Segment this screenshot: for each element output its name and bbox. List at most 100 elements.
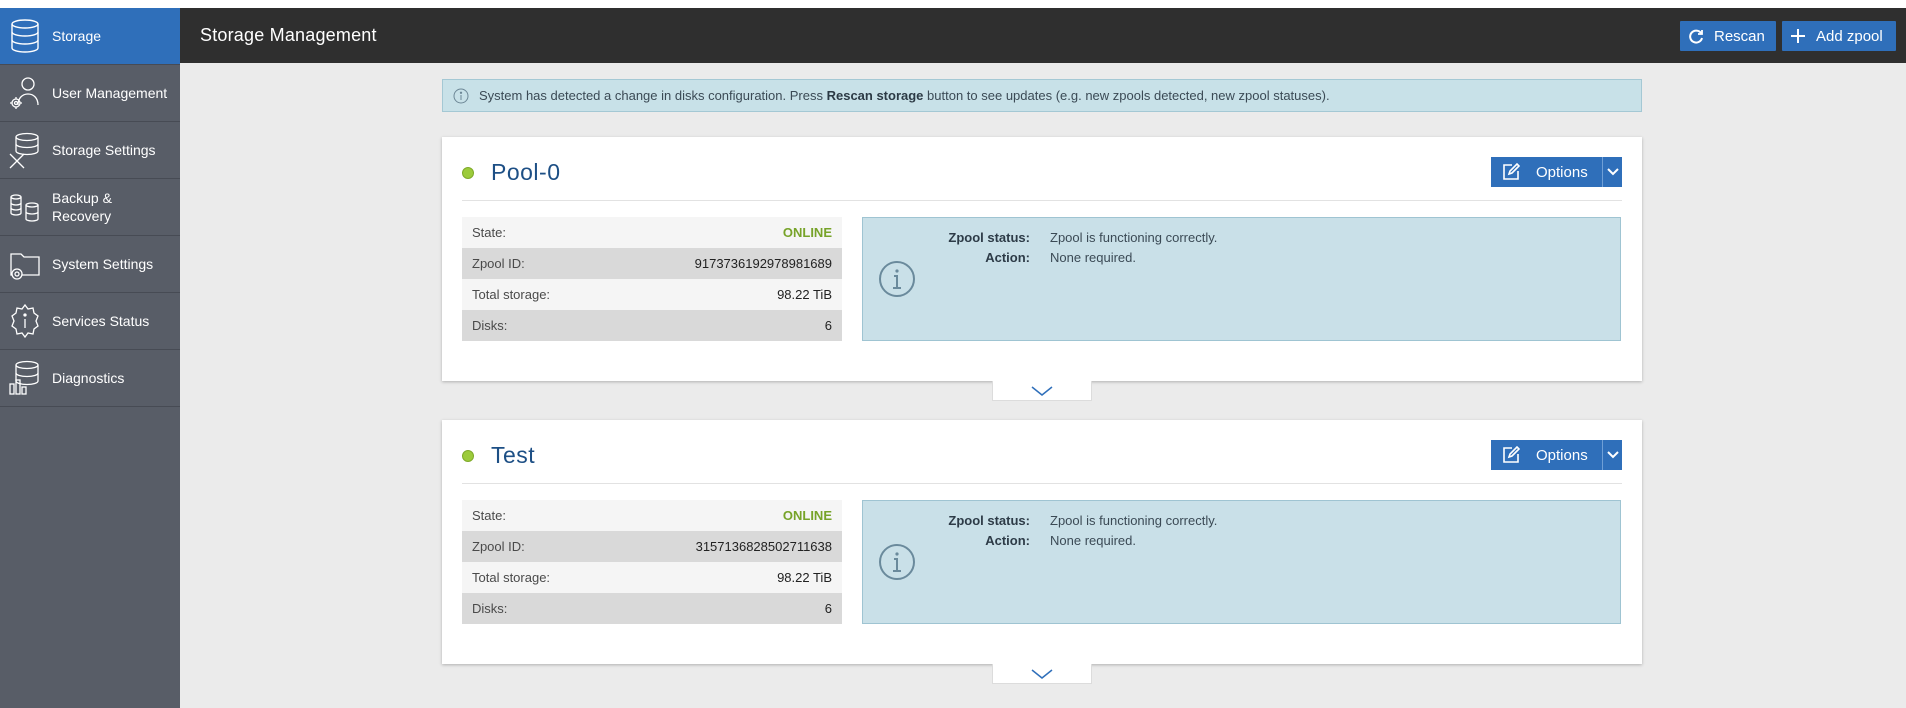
chevron-down-icon — [1606, 168, 1619, 176]
action-value: None required. — [1050, 533, 1136, 548]
pool-name: Test — [491, 442, 536, 468]
zpool-status-label: Zpool status: — [948, 230, 1030, 245]
edit-icon — [1503, 446, 1520, 463]
sidebar-item-diagnostics[interactable]: Diagnostics — [0, 350, 180, 407]
expand-pool-button[interactable] — [992, 664, 1092, 684]
sidebar-item-label: Backup & Recovery — [52, 189, 112, 225]
pool-info-table: State: ONLINE Zpool ID: 3157136828502711… — [462, 500, 842, 624]
info-row-state: State: ONLINE — [462, 217, 842, 248]
info-icon — [453, 88, 469, 103]
info-label: State: — [472, 225, 506, 240]
info-row-total-storage: Total storage: 98.22 TiB — [462, 279, 842, 310]
diagnostics-icon — [9, 360, 39, 395]
options-label: Options — [1536, 446, 1588, 464]
alert-text-after: button to see updates (e.g. new zpools d… — [923, 88, 1330, 103]
zpool-status-box: Zpool status: Zpool is functioning correc… — [862, 217, 1621, 341]
refresh-icon — [1689, 29, 1703, 44]
pool-info-table: State: ONLINE Zpool ID: 9173736192978981… — [462, 217, 842, 341]
info-circle-icon — [879, 544, 915, 580]
storage-tools-icon — [9, 132, 39, 169]
pool-status-dot — [462, 450, 474, 462]
sidebar-item-storage-settings[interactable]: Storage Settings — [0, 122, 180, 179]
storage-db-icon — [11, 19, 39, 53]
alert-text-bold: Rescan storage — [826, 88, 924, 103]
disks-value: 6 — [824, 601, 832, 616]
info-label: Total storage: — [472, 570, 551, 585]
pool-status-dot — [462, 167, 474, 179]
alert-text-before: System has detected a change in disks co… — [479, 88, 827, 103]
info-row-disks: Disks: 6 — [462, 593, 842, 624]
main-content: System has detected a change in disks co… — [180, 63, 1906, 708]
action-label: Action: — [985, 250, 1030, 265]
info-row-zpool-id: Zpool ID: 9173736192978981689 — [462, 248, 842, 279]
backup-icon — [10, 194, 39, 222]
pool-name: Pool-0 — [491, 159, 561, 185]
app-window: Storage User Management Storage Settings — [0, 8, 1906, 708]
pool-header: Pool-0 Options — [462, 137, 1622, 201]
info-row-disks: Disks: 6 — [462, 310, 842, 341]
zpool-status-label: Zpool status: — [948, 513, 1030, 528]
add-zpool-label: Add zpool — [1816, 27, 1883, 45]
options-button[interactable]: Options — [1491, 157, 1622, 187]
add-zpool-button[interactable]: Add zpool — [1782, 21, 1896, 51]
options-main[interactable]: Options — [1491, 440, 1602, 470]
sidebar-item-label: Diagnostics — [52, 370, 125, 386]
action-label: Action: — [985, 533, 1030, 548]
options-label: Options — [1536, 163, 1588, 181]
info-label: Disks: — [472, 601, 508, 616]
zpool-id-value: 9173736192978981689 — [694, 256, 832, 271]
zpool-id-value: 3157136828502711638 — [695, 539, 832, 554]
alert-text: System has detected a change in disks co… — [479, 88, 1330, 103]
sidebar-item-services-status[interactable]: Services Status — [0, 293, 180, 350]
info-label: Zpool ID: — [472, 256, 525, 271]
sidebar-item-label-line1: Backup & — [52, 190, 112, 206]
options-dropdown-toggle[interactable] — [1602, 440, 1622, 470]
sidebar-item-user-management[interactable]: User Management — [0, 65, 180, 122]
plus-icon — [1791, 29, 1805, 43]
status-details: Zpool status: Zpool is functioning correc… — [923, 511, 1217, 551]
top-bar: Storage Management Rescan Add zpool — [180, 8, 1906, 63]
state-value: ONLINE — [782, 225, 832, 240]
info-label: Disks: — [472, 318, 508, 333]
total-storage-value: 98.22 TiB — [777, 570, 832, 585]
sidebar-item-label: Storage Settings — [52, 142, 156, 158]
sidebar-item-label: Storage — [52, 28, 102, 44]
zpool-status-value: Zpool is functioning correctly. — [1050, 230, 1218, 245]
options-dropdown-toggle[interactable] — [1602, 157, 1622, 187]
zpool-status-value: Zpool is functioning correctly. — [1050, 513, 1218, 528]
disks-value: 6 — [824, 318, 832, 333]
info-label: Total storage: — [472, 287, 551, 302]
sidebar: Storage User Management Storage Settings — [0, 8, 180, 708]
total-storage-value: 98.22 TiB — [777, 287, 832, 302]
pool-header: Test Options — [462, 420, 1622, 484]
rescan-alert: System has detected a change in disks co… — [442, 79, 1642, 112]
sidebar-item-label: Services Status — [52, 313, 150, 329]
sidebar-item-label: User Management — [52, 85, 168, 101]
info-row-total-storage: Total storage: 98.22 TiB — [462, 562, 842, 593]
expand-pool-button[interactable] — [992, 381, 1092, 401]
info-circle-icon — [879, 261, 915, 297]
chevron-down-icon — [1031, 385, 1053, 396]
chevron-down-icon — [1606, 451, 1619, 459]
pool-card: Pool-0 Options State: ONLINE Zpool ID: 9… — [442, 137, 1642, 381]
chevron-down-icon — [1031, 668, 1053, 679]
rescan-button[interactable]: Rescan — [1680, 21, 1776, 51]
user-gear-icon — [10, 77, 39, 109]
info-row-state: State: ONLINE — [462, 500, 842, 531]
sidebar-item-backup-recovery[interactable]: Backup & Recovery — [0, 179, 180, 236]
sidebar-item-label: System Settings — [52, 256, 154, 272]
info-label: State: — [472, 508, 506, 523]
sidebar-item-system-settings[interactable]: System Settings — [0, 236, 180, 293]
action-value: None required. — [1050, 250, 1136, 265]
options-button[interactable]: Options — [1491, 440, 1622, 470]
sidebar-item-storage[interactable]: Storage — [0, 8, 180, 65]
info-row-zpool-id: Zpool ID: 3157136828502711638 — [462, 531, 842, 562]
info-gear-icon — [11, 303, 39, 339]
rescan-label: Rescan — [1714, 27, 1765, 45]
options-main[interactable]: Options — [1491, 157, 1602, 187]
pool-card: Test Options State: ONLINE Zpool ID: 315… — [442, 420, 1642, 664]
state-value: ONLINE — [782, 508, 832, 523]
zpool-status-box: Zpool status: Zpool is functioning correc… — [862, 500, 1621, 624]
status-details: Zpool status: Zpool is functioning correc… — [923, 228, 1217, 268]
info-label: Zpool ID: — [472, 539, 525, 554]
